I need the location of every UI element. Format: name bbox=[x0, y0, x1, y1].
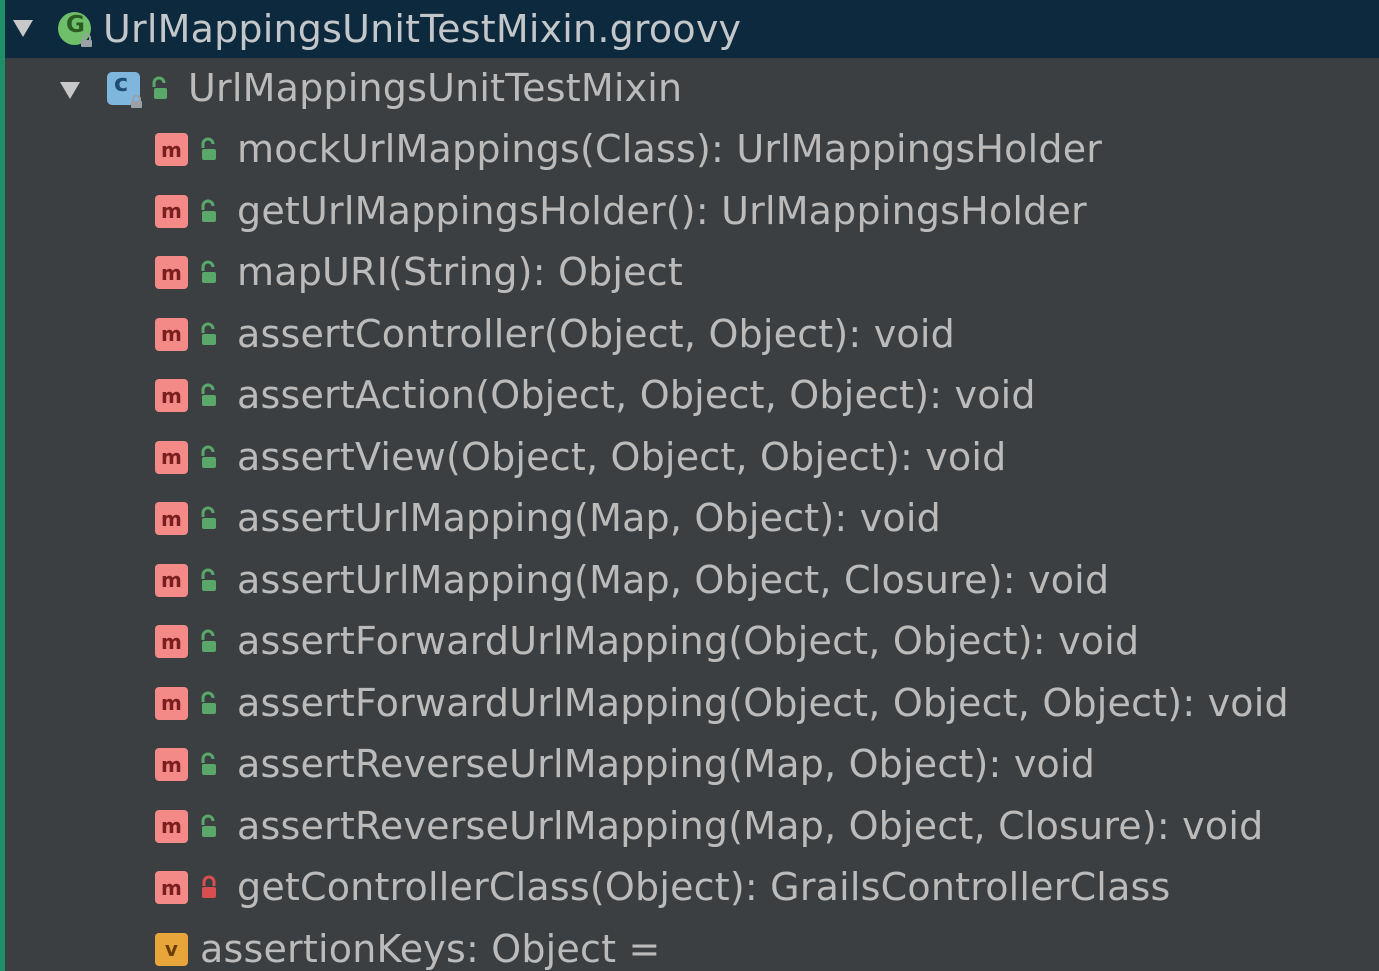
method-signature-label: assertView(Object, Object, Object): void bbox=[237, 434, 1007, 479]
class-name-label: UrlMappingsUnitTestMixin bbox=[188, 66, 683, 110]
method-signature-label: assertReverseUrlMapping(Map, Object): vo… bbox=[237, 742, 1096, 786]
method-icon bbox=[155, 256, 188, 289]
method-signature-label: assertForwardUrlMapping(Object, Object, … bbox=[237, 680, 1289, 725]
method-signature-label: assertUrlMapping(Map, Object): void bbox=[237, 496, 941, 540]
public-lock-icon bbox=[201, 383, 216, 406]
method-icon bbox=[155, 194, 188, 228]
public-lock-icon bbox=[201, 506, 216, 529]
method-icon bbox=[155, 563, 188, 597]
method-signature-label: assertController(Object, Object): void bbox=[237, 311, 955, 356]
method-signature-label: assertReverseUrlMapping(Map, Object, Clo… bbox=[237, 803, 1264, 848]
tree-node-method[interactable]: mapURI(String): Object bbox=[5, 242, 1379, 303]
public-lock-icon bbox=[201, 752, 216, 775]
method-signature-label: mockUrlMappings(Class): UrlMappingsHolde… bbox=[237, 127, 1103, 171]
tree-node-method[interactable]: assertController(Object, Object): void bbox=[5, 304, 1379, 365]
tree-node-method[interactable]: assertReverseUrlMapping(Map, Object): vo… bbox=[5, 734, 1379, 795]
method-icon bbox=[155, 625, 188, 658]
expand-arrow-icon[interactable] bbox=[60, 82, 80, 99]
public-lock-icon bbox=[201, 199, 216, 222]
method-icon bbox=[155, 317, 188, 351]
public-lock-icon bbox=[201, 814, 216, 837]
tree-node-file[interactable]: UrlMappingsUnitTestMixin.groovy bbox=[5, 0, 1379, 58]
method-signature-label: assertUrlMapping(Map, Object, Closure): … bbox=[237, 557, 1110, 602]
tree-node-method[interactable]: mockUrlMappings(Class): UrlMappingsHolde… bbox=[5, 119, 1379, 180]
public-lock-icon bbox=[201, 629, 216, 652]
public-lock-icon bbox=[152, 76, 167, 99]
method-icon bbox=[155, 502, 188, 535]
structure-tree: UrlMappingsUnitTestMixin.groovy UrlMappi… bbox=[0, 0, 1379, 971]
method-signature-label: getUrlMappingsHolder(): UrlMappingsHolde… bbox=[237, 188, 1087, 233]
method-icon bbox=[155, 379, 188, 412]
expand-arrow-icon[interactable] bbox=[13, 20, 33, 37]
tree-node-method[interactable]: assertAction(Object, Object, Object): vo… bbox=[5, 365, 1379, 426]
public-lock-icon bbox=[201, 445, 216, 468]
tree-node-method[interactable]: assertUrlMapping(Map, Object): void bbox=[5, 488, 1379, 549]
public-lock-icon bbox=[201, 322, 216, 345]
method-icon bbox=[155, 440, 188, 474]
field-signature-label: assertionKeys: Object = bbox=[200, 926, 661, 971]
method-icon bbox=[155, 686, 188, 720]
tree-node-method[interactable]: assertForwardUrlMapping(Object, Object):… bbox=[5, 611, 1379, 672]
tree-node-method[interactable]: assertUrlMapping(Map, Object, Closure): … bbox=[5, 550, 1379, 611]
tree-node-class[interactable]: UrlMappingsUnitTestMixin bbox=[5, 58, 1379, 119]
tree-node-method[interactable]: assertReverseUrlMapping(Map, Object, Clo… bbox=[5, 796, 1379, 857]
variable-icon bbox=[155, 932, 188, 966]
method-icon bbox=[155, 748, 188, 781]
method-signature-label: assertForwardUrlMapping(Object, Object):… bbox=[237, 619, 1140, 663]
public-lock-icon bbox=[201, 691, 216, 714]
method-signature-label: mapURI(String): Object bbox=[237, 250, 683, 294]
private-lock-icon bbox=[202, 875, 216, 898]
tree-node-method[interactable]: assertForwardUrlMapping(Object, Object, … bbox=[5, 673, 1379, 734]
tree-node-method[interactable]: assertView(Object, Object, Object): void bbox=[5, 427, 1379, 488]
lock-overlay-icon bbox=[131, 95, 142, 108]
class-icon bbox=[107, 69, 142, 108]
tree-node-method[interactable]: getControllerClass(Object): GrailsContro… bbox=[5, 857, 1379, 918]
method-signature-label: assertAction(Object, Object, Object): vo… bbox=[237, 373, 1036, 417]
groovy-file-icon bbox=[58, 12, 92, 47]
public-lock-icon bbox=[201, 137, 216, 160]
tree-node-field[interactable]: assertionKeys: Object = bbox=[5, 919, 1379, 971]
public-lock-icon bbox=[201, 260, 216, 283]
method-icon bbox=[155, 809, 188, 843]
public-lock-icon bbox=[201, 568, 216, 591]
lock-overlay-icon bbox=[81, 34, 92, 47]
method-signature-label: getControllerClass(Object): GrailsContro… bbox=[237, 865, 1171, 909]
method-icon bbox=[155, 871, 188, 904]
tree-node-method[interactable]: getUrlMappingsHolder(): UrlMappingsHolde… bbox=[5, 181, 1379, 242]
method-icon bbox=[155, 133, 188, 166]
file-name-label: UrlMappingsUnitTestMixin.groovy bbox=[103, 7, 742, 51]
